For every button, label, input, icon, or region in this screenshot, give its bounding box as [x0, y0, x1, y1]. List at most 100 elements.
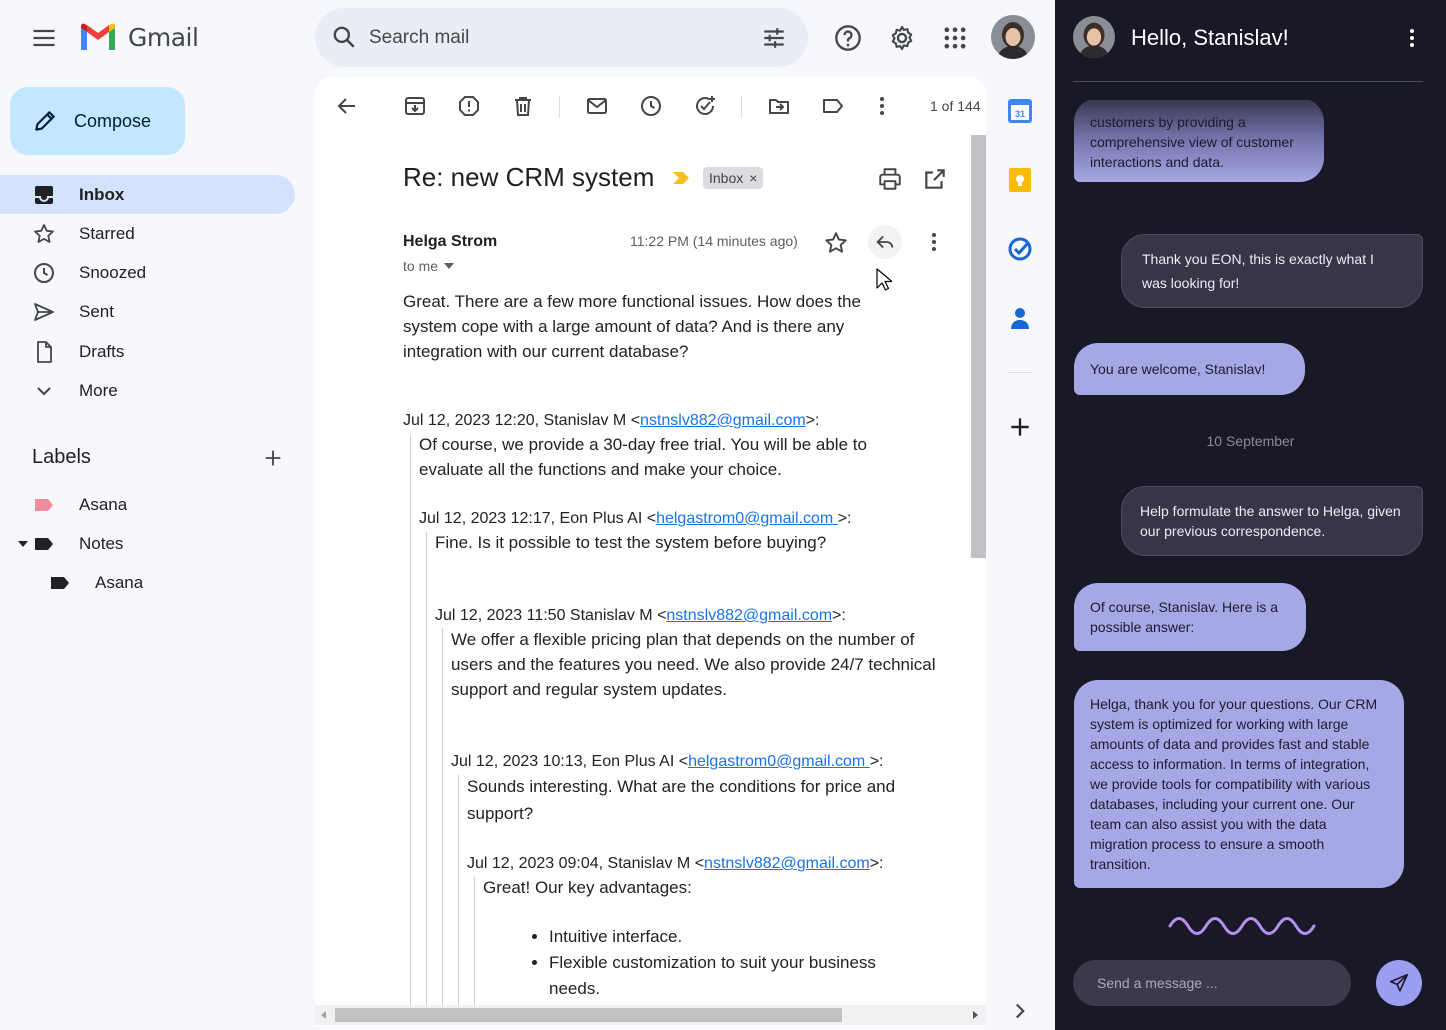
sidebar-item-sent[interactable]: Sent	[0, 292, 295, 331]
recipient-details[interactable]: to me	[403, 258, 455, 274]
bot-message: Helga, thank you for your questions. Our…	[1074, 680, 1404, 888]
quoted-message: Jul 12, 2023 10:13, Eon Plus AI <helgast…	[451, 753, 951, 827]
plus-icon	[265, 450, 281, 466]
label-item-notes[interactable]: Notes	[0, 524, 295, 563]
remove-label-icon[interactable]: ×	[749, 170, 757, 186]
quote-header: Jul 12, 2023 11:50 Stanislav M <nstnslv8…	[435, 607, 955, 625]
hamburger-icon	[33, 29, 55, 47]
sender-email-link[interactable]: helgastrom0@gmail.com	[656, 510, 838, 527]
chip-label: Inbox	[709, 170, 744, 186]
quote-body: Fine. Is it possible to test the system …	[435, 533, 827, 552]
search-bar[interactable]	[315, 8, 808, 67]
quote-body: We offer a flexible pricing plan that de…	[451, 630, 936, 699]
quoted-message: Jul 12, 2023 09:04, Stanislav M <nstnslv…	[467, 855, 947, 1002]
vertical-scrollbar-thumb[interactable]	[971, 135, 986, 558]
draft-file-icon	[37, 340, 52, 363]
sender-email-link[interactable]: nstnslv882@gmail.com	[704, 855, 870, 872]
label-item-asana[interactable]: Asana	[0, 485, 295, 524]
search-options-icon[interactable]	[761, 25, 787, 51]
compose-button[interactable]: Compose	[10, 87, 185, 155]
more-vert-icon[interactable]	[1400, 26, 1424, 50]
chat-avatar	[1073, 16, 1115, 58]
caret-down-icon[interactable]	[16, 537, 30, 551]
support-button[interactable]	[834, 24, 862, 52]
calendar-icon: 31	[1008, 99, 1032, 123]
search-icon[interactable]	[331, 24, 357, 50]
list-item: Flexible customization to suit your busi…	[549, 950, 909, 1002]
reply-icon	[876, 235, 894, 249]
quote-header-text: >:	[805, 412, 820, 429]
list-item: Intuitive interface.	[549, 924, 909, 950]
quote-body: Of course, we provide a 30-day free tria…	[419, 435, 867, 479]
importance-marker-icon[interactable]	[672, 170, 690, 186]
label-item-asana-sub[interactable]: Asana	[0, 563, 295, 602]
send-message-button[interactable]	[1376, 960, 1422, 1006]
search-input[interactable]	[367, 22, 731, 54]
send-icon	[34, 302, 54, 321]
main-menu-button[interactable]	[30, 24, 58, 52]
label-tag-icon	[51, 576, 69, 589]
calendar-app-button[interactable]: 31	[1007, 98, 1033, 124]
scroll-right-icon[interactable]	[971, 1011, 979, 1019]
quote-header-text: Jul 12, 2023 10:13, Eon Plus AI <	[451, 753, 689, 770]
open-in-new-window-icon[interactable]	[922, 166, 948, 192]
compose-label: Compose	[74, 110, 152, 131]
quote-header-text: >:	[832, 607, 846, 624]
sidebar-item-snoozed[interactable]: Snoozed	[0, 253, 295, 292]
email-subject: Re: new CRM system	[403, 162, 655, 192]
sender-name[interactable]: Helga Strom	[403, 233, 497, 251]
label-tag-icon	[35, 498, 53, 511]
sidebar-item-inbox[interactable]: Inbox	[0, 175, 295, 214]
tasks-app-button[interactable]	[1007, 236, 1033, 262]
create-label-button[interactable]	[262, 447, 284, 469]
gmail-logo[interactable]: Gmail	[78, 22, 199, 52]
more-vert-icon[interactable]	[870, 94, 894, 118]
settings-button[interactable]	[888, 24, 916, 52]
label-item-label: Asana	[95, 572, 144, 592]
quote-header: Jul 12, 2023 12:17, Eon Plus AI <helgast…	[419, 510, 939, 528]
back-arrow-icon[interactable]	[335, 94, 359, 118]
chat-message-input[interactable]	[1073, 960, 1351, 1006]
bot-message: customers by providing a comprehensive v…	[1074, 100, 1324, 182]
account-avatar[interactable]	[991, 15, 1035, 59]
sidebar-item-drafts[interactable]: Drafts	[0, 332, 295, 371]
get-addons-button[interactable]	[1007, 414, 1033, 440]
gmail-wordmark: Gmail	[128, 22, 199, 52]
sender-email-link[interactable]: nstnslv882@gmail.com	[666, 607, 832, 624]
user-message: Help formulate the answer to Helga, give…	[1121, 486, 1423, 556]
trash-icon[interactable]	[511, 94, 535, 118]
snooze-clock-icon[interactable]	[639, 94, 663, 118]
archive-icon[interactable]	[403, 94, 427, 118]
move-to-folder-icon[interactable]	[767, 94, 791, 118]
date-separator: 10 September	[1206, 433, 1295, 449]
add-task-icon[interactable]	[693, 94, 717, 118]
sidebar-item-label: Starred	[79, 223, 135, 243]
chat-scroll-area[interactable]: customers by providing a comprehensive v…	[1055, 100, 1446, 220]
reply-button[interactable]	[868, 225, 902, 259]
keep-app-button[interactable]	[1007, 167, 1033, 193]
quoted-message: Jul 12, 2023 12:20, Stanislav M <nstnslv…	[403, 412, 923, 482]
quote-header-text: Jul 12, 2023 11:50 Stanislav M <	[435, 607, 667, 624]
apps-button[interactable]	[941, 24, 969, 52]
quote-header-text: Jul 12, 2023 12:20, Stanislav M <	[403, 412, 641, 429]
horizontal-scrollbar-thumb[interactable]	[335, 1008, 842, 1022]
mark-unread-icon[interactable]	[585, 94, 609, 118]
print-icon[interactable]	[877, 166, 903, 192]
quote-body: Great! Our key advantages:	[483, 878, 692, 897]
scroll-left-icon[interactable]	[320, 1011, 328, 1019]
label-icon[interactable]	[821, 94, 845, 118]
avatar-icon	[991, 15, 1035, 59]
sidebar-item-more[interactable]: More	[0, 371, 295, 410]
star-icon[interactable]	[823, 230, 849, 256]
report-spam-icon[interactable]	[457, 94, 481, 118]
quote-header-text: Jul 12, 2023 12:17, Eon Plus AI <	[419, 510, 657, 527]
more-vert-icon[interactable]	[922, 230, 946, 254]
chevron-right-icon	[1015, 1003, 1025, 1019]
sidebar-item-starred[interactable]: Starred	[0, 214, 295, 253]
sender-email-link[interactable]: helgastrom0@gmail.com	[688, 753, 870, 770]
sidebar-item-label: More	[79, 380, 118, 400]
contacts-app-button[interactable]	[1007, 305, 1033, 331]
sender-email-link[interactable]: nstnslv882@gmail.com	[640, 412, 806, 429]
label-item-label: Notes	[79, 533, 124, 553]
expand-panel-button[interactable]	[1007, 998, 1033, 1024]
